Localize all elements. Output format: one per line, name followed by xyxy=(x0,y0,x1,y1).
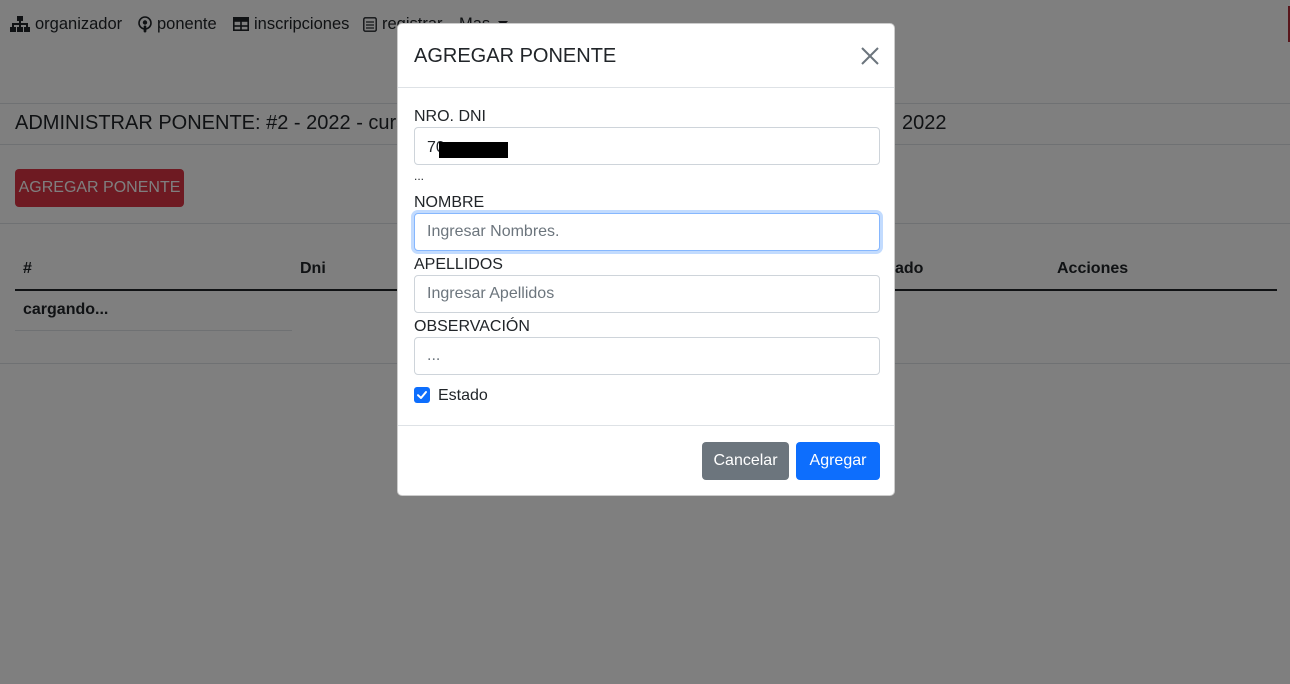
estado-checkbox[interactable] xyxy=(414,387,430,403)
modal-header: AGREGAR PONENTE xyxy=(398,24,894,88)
redaction-box xyxy=(439,142,508,158)
observacion-field[interactable] xyxy=(414,337,880,375)
checkmark-icon xyxy=(417,391,427,399)
dni-hint: ... xyxy=(414,169,425,183)
modal-title: AGREGAR PONENTE xyxy=(414,45,617,67)
observacion-label: OBSERVACIÓN xyxy=(414,318,530,335)
close-button[interactable] xyxy=(860,46,880,66)
nombre-field[interactable] xyxy=(414,213,880,251)
estado-label: Estado xyxy=(438,387,488,404)
dni-label: NRO. DNI xyxy=(414,108,486,125)
nombre-label: NOMBRE xyxy=(414,194,485,211)
add-ponente-modal: AGREGAR PONENTE NRO. DNI 70 ... NOMBRE A… xyxy=(397,23,895,496)
close-icon xyxy=(861,47,879,65)
modal-footer-divider xyxy=(398,425,894,426)
agregar-button[interactable]: Agregar xyxy=(796,442,880,480)
apellidos-label: APELLIDOS xyxy=(414,256,503,273)
apellidos-field[interactable] xyxy=(414,275,880,313)
cancel-button[interactable]: Cancelar xyxy=(702,442,789,480)
